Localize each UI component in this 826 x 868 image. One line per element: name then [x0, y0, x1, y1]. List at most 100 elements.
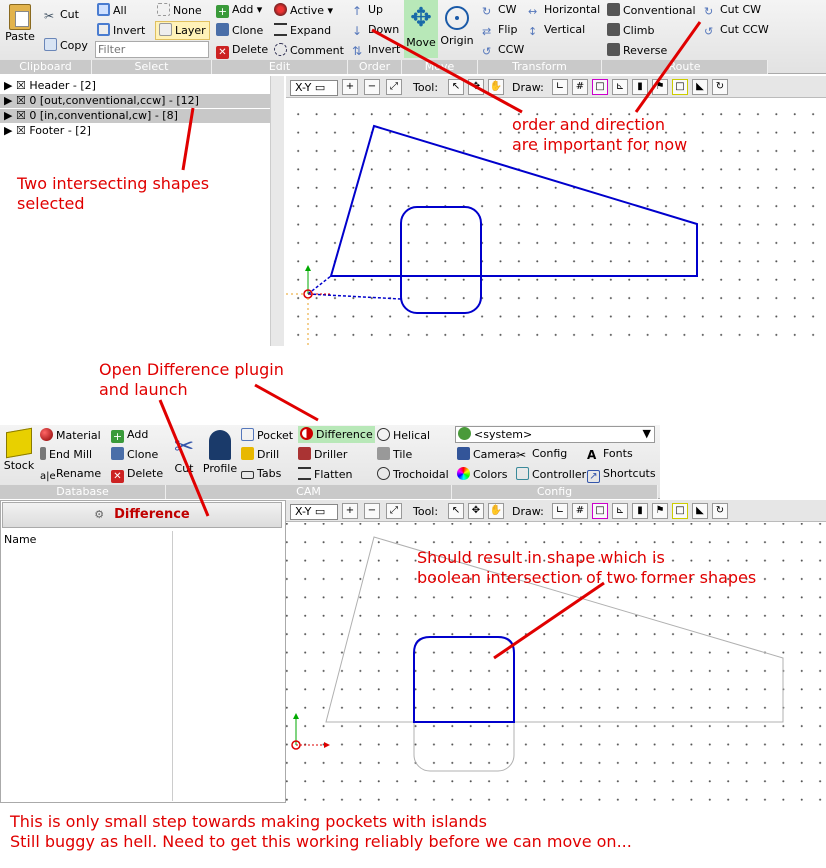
flip-vertical-button[interactable]: ↕ Vertical	[528, 23, 585, 38]
pointer-icon[interactable]: ↖	[448, 503, 464, 519]
checkbox-icon[interactable]: ☒	[16, 94, 29, 107]
cut-cw-button[interactable]: ↻ Cut CW	[704, 3, 761, 18]
config-button[interactable]: ✂ Config	[516, 447, 567, 462]
reverse-button[interactable]: Reverse	[607, 43, 667, 58]
profile-button[interactable]: Profile	[202, 430, 238, 475]
order-down-button[interactable]: ↓ Down	[352, 23, 399, 38]
rotate-ccw-button[interactable]: ↺ CCW	[482, 43, 524, 58]
tool-icon[interactable]: ▮	[632, 79, 648, 95]
fonts-button[interactable]: A Fonts	[587, 447, 633, 462]
expand-arrow-icon[interactable]: ▶	[4, 124, 16, 137]
group-label-move[interactable]: Move	[402, 60, 478, 74]
add-button[interactable]: + Add ▾	[216, 3, 262, 18]
select-invert-button[interactable]: Invert	[97, 23, 145, 38]
runner-icon[interactable]: ⚑	[652, 503, 668, 519]
active-button[interactable]: Active ▾	[274, 3, 333, 18]
drill-button[interactable]: Drill	[241, 447, 279, 462]
margin-icon[interactable]: □	[592, 503, 608, 519]
camera-icon[interactable]: ◣	[692, 503, 708, 519]
order-up-button[interactable]: ↑ Up	[352, 3, 383, 18]
pocket-button[interactable]: Pocket	[241, 428, 293, 443]
db-add-button[interactable]: + Add	[111, 428, 148, 443]
flatten-button[interactable]: Flatten	[298, 467, 353, 482]
flip-horizontal-button[interactable]: ↔ Horizontal	[528, 3, 600, 18]
delete-button[interactable]: ✕ Delete	[216, 43, 268, 59]
view-select[interactable]: X-Y ▭	[290, 504, 338, 520]
expand-arrow-icon[interactable]: ▶	[4, 109, 16, 122]
grid-icon[interactable]: #	[572, 79, 588, 95]
select-none-button[interactable]: None	[157, 3, 202, 18]
checkbox-icon[interactable]: ☒	[16, 109, 29, 122]
filter-input[interactable]	[95, 41, 209, 58]
rename-button[interactable]: a|eRename	[40, 467, 101, 483]
group-label-config[interactable]: Config	[452, 485, 658, 499]
checkbox-icon[interactable]: ☒	[16, 124, 29, 137]
select-all-button[interactable]: All	[97, 3, 127, 18]
group-label-order[interactable]: Order	[348, 60, 402, 74]
select-layer-button[interactable]: Layer	[155, 21, 210, 40]
refresh-icon[interactable]: ↻	[712, 503, 728, 519]
axes-icon[interactable]: ∟	[552, 503, 568, 519]
rotate-cw-button[interactable]: ↻ CW	[482, 3, 517, 18]
system-select[interactable]: <system> ▼	[455, 426, 655, 443]
order-invert-button[interactable]: ⇅ Invert	[352, 43, 400, 58]
group-label-edit[interactable]: Edit	[212, 60, 348, 74]
gear-icon[interactable]: ⚙	[94, 508, 104, 521]
checkbox-icon[interactable]: ☒	[16, 79, 29, 92]
flip-button[interactable]: ⇄ Flip	[482, 23, 517, 38]
pan-icon[interactable]: ✋	[488, 503, 504, 519]
refresh-icon[interactable]: ↻	[712, 79, 728, 95]
controller-button[interactable]: Controller	[516, 467, 586, 482]
zoom-in-icon[interactable]: +	[342, 79, 358, 95]
margin-icon[interactable]: □	[592, 79, 608, 95]
copy-button[interactable]: Copy	[44, 38, 88, 53]
end-mill-button[interactable]: End Mill	[40, 447, 92, 462]
tree-row[interactable]: ▶ ☒ 0 [out,conventional,ccw] - [12]	[0, 94, 270, 108]
zoom-fit-icon[interactable]: ⤢	[386, 79, 402, 95]
tile-button[interactable]: Tile	[377, 447, 412, 462]
camera-button[interactable]: Camera	[457, 447, 516, 462]
paste-button[interactable]: Paste	[2, 4, 38, 43]
pointer-icon[interactable]: ↖	[448, 79, 464, 95]
tree-row[interactable]: ▶ ☒ Header - [2]	[0, 79, 270, 93]
db-clone-button[interactable]: Clone	[111, 447, 158, 462]
ruler-icon[interactable]: ⊾	[612, 79, 628, 95]
climb-button[interactable]: Climb	[607, 23, 655, 38]
stock-icon[interactable]: □	[672, 79, 688, 95]
clone-button[interactable]: Clone	[216, 23, 263, 38]
origin-button[interactable]: Origin	[440, 4, 474, 47]
cut-ccw-button[interactable]: ↺ Cut CCW	[704, 23, 769, 38]
stock-icon[interactable]: □	[672, 503, 688, 519]
grid-icon[interactable]: #	[572, 503, 588, 519]
zoom-fit-icon[interactable]: ⤢	[386, 503, 402, 519]
runner-icon[interactable]: ⚑	[652, 79, 668, 95]
tool-icon[interactable]: ▮	[632, 503, 648, 519]
conventional-button[interactable]: Conventional	[607, 3, 696, 18]
group-label-transform[interactable]: Transform	[478, 60, 602, 74]
group-label-route[interactable]: Route	[602, 60, 768, 74]
zoom-out-icon[interactable]: −	[364, 503, 380, 519]
move-tool-icon[interactable]: ✥	[468, 503, 484, 519]
ruler-icon[interactable]: ⊾	[612, 503, 628, 519]
move-button[interactable]: ✥ Move	[404, 0, 438, 58]
cut-op-button[interactable]: ✂ Cut	[170, 430, 198, 475]
stock-button[interactable]: Stock	[2, 427, 36, 472]
tree-row[interactable]: ▶ ☒ Footer - [2]	[0, 124, 270, 138]
expand-arrow-icon[interactable]: ▶	[4, 79, 16, 92]
db-delete-button[interactable]: ✕ Delete	[111, 467, 163, 483]
cut-button[interactable]: ✂ Cut	[44, 8, 79, 23]
expand-button[interactable]: Expand	[274, 23, 331, 38]
camera-icon[interactable]: ◣	[692, 79, 708, 95]
axes-icon[interactable]: ∟	[552, 79, 568, 95]
tree-row[interactable]: ▶ ☒ 0 [in,conventional,cw] - [8]	[0, 109, 270, 123]
colors-button[interactable]: Colors	[457, 467, 507, 482]
comment-button[interactable]: Comment	[274, 43, 344, 58]
view-select[interactable]: X-Y ▭	[290, 80, 338, 96]
trochoidal-button[interactable]: Trochoidal	[377, 467, 449, 482]
move-tool-icon[interactable]: ✥	[468, 79, 484, 95]
difference-button[interactable]: Difference	[298, 426, 375, 443]
material-button[interactable]: Material	[40, 428, 101, 443]
driller-button[interactable]: Driller	[298, 447, 347, 462]
tree-scrollbar[interactable]	[270, 76, 284, 346]
zoom-in-icon[interactable]: +	[342, 503, 358, 519]
